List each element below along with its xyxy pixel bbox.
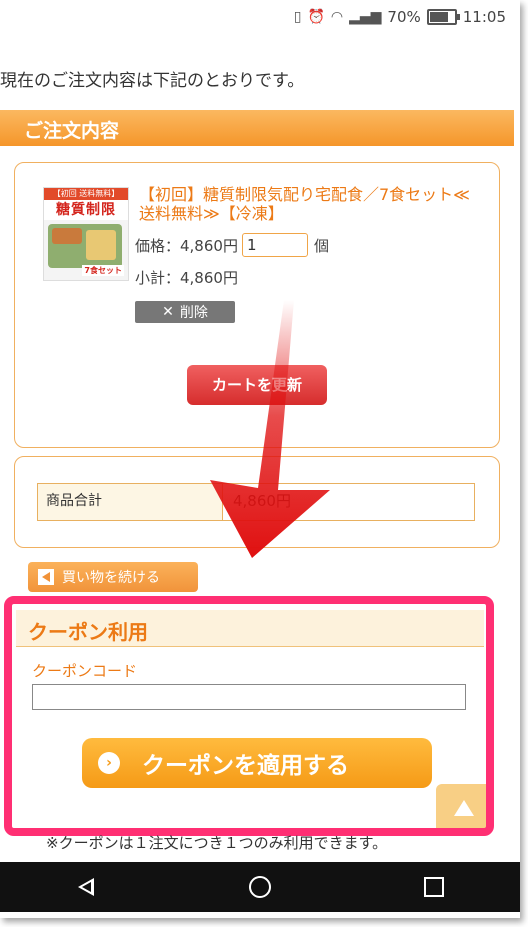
food-tray-graphic: [48, 224, 122, 268]
back-arrow-icon: [38, 569, 54, 585]
page-top-button[interactable]: [436, 784, 492, 830]
order-section-header: ご注文内容: [0, 110, 514, 146]
totals-value: 4,860円: [233, 492, 291, 510]
order-section-title: ご注文内容: [24, 120, 120, 142]
intro-text: 現在のご注文内容は下記のとおりです。: [0, 71, 305, 91]
totals-box: 商品合計 4,860円: [14, 456, 500, 548]
price-label: 価格：4,860円: [135, 236, 238, 255]
continue-shopping-label: 買い物を続ける: [62, 570, 160, 586]
coupon-header: クーポン利用: [16, 610, 484, 647]
clock: 11:05: [462, 8, 506, 26]
coupon-section: クーポン利用 クーポンコード › クーポンを適用する: [8, 598, 492, 830]
apply-coupon-button[interactable]: › クーポンを適用する: [82, 738, 432, 788]
apply-coupon-label: クーポンを適用する: [142, 753, 349, 779]
battery-percent: 70%: [387, 8, 421, 26]
phone-screen: ▯ ⏰ ◠ ▂▄▆ 70% 11:05 現在のご注文内容は下記のとおりです。 ご…: [0, 0, 520, 918]
recent-apps-icon[interactable]: [423, 877, 444, 897]
quantity-unit: 個: [313, 236, 329, 255]
product-image-badge: 7食セット: [82, 265, 124, 276]
battery-icon: [426, 9, 460, 25]
product-name-link[interactable]: 【初回】糖質制限気配り宅配食／7食セット≪送料無料≫【冷凍】: [139, 185, 479, 223]
vibrate-icon: ▯: [293, 9, 302, 25]
product-image[interactable]: 【初回 送料無料】 糖質制限 7食セット: [43, 187, 129, 281]
continue-shopping-button[interactable]: 買い物を続ける: [28, 562, 198, 592]
status-bar: ▯ ⏰ ◠ ▂▄▆ 70% 11:05: [0, 0, 520, 34]
android-nav-bar: [0, 862, 520, 912]
cart-item-box: 【初回 送料無料】 糖質制限 7食セット 【初回】糖質制限気配り宅配食／7食セッ…: [14, 162, 500, 448]
price-row: 価格：4,860円 個: [135, 233, 329, 257]
wifi-icon: ◠: [330, 9, 344, 25]
chevron-right-icon: ›: [98, 752, 120, 774]
update-cart-button[interactable]: カートを更新: [187, 365, 327, 405]
coupon-note: ※クーポンは１注文につき１つのみ利用できます。: [46, 834, 388, 852]
coupon-title: クーポン利用: [28, 620, 148, 644]
back-nav-icon[interactable]: [76, 877, 96, 897]
signal-icon: ▂▄▆: [349, 9, 382, 25]
quantity-input[interactable]: [241, 233, 308, 257]
product-image-banner: 【初回 送料無料】: [44, 188, 128, 200]
coupon-code-label: クーポンコード: [32, 662, 138, 680]
totals-table: 商品合計 4,860円: [37, 483, 475, 521]
alarm-icon: ⏰: [307, 9, 325, 25]
totals-label: 商品合計: [38, 484, 223, 520]
home-nav-icon[interactable]: [248, 876, 271, 898]
product-image-title: 糖質制限: [44, 200, 128, 220]
coupon-code-input[interactable]: [32, 684, 466, 710]
close-icon: ✕: [162, 304, 174, 320]
delete-button[interactable]: ✕ 削除: [135, 301, 235, 323]
delete-label: 削除: [179, 305, 208, 321]
subtotal-label: 小計：4,860円: [135, 269, 238, 287]
